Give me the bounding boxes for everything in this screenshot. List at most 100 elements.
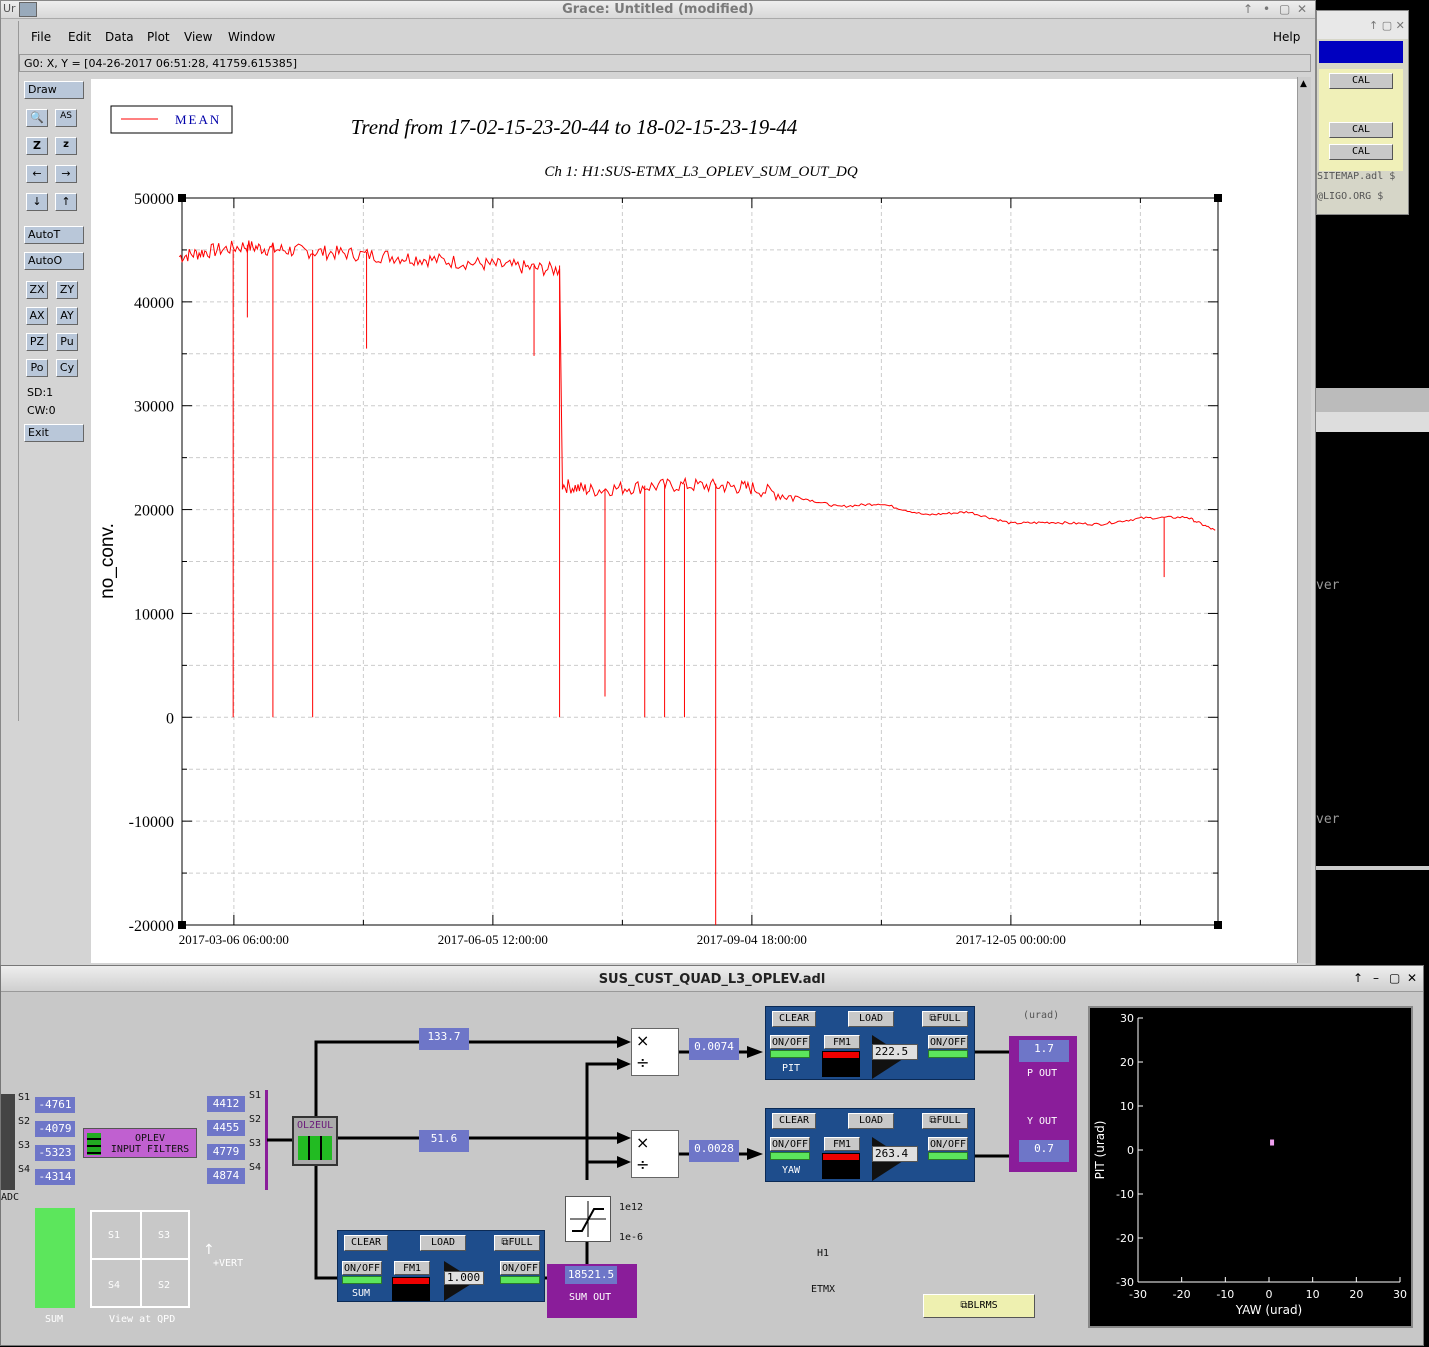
pit-clear-button[interactable]: CLEAR bbox=[772, 1011, 816, 1027]
sd-label: SD:1 bbox=[27, 386, 54, 399]
menu-window[interactable]: Window bbox=[228, 30, 275, 44]
scatter-y-tick-label: -10 bbox=[1116, 1188, 1134, 1201]
ay-button[interactable]: AY bbox=[56, 307, 78, 325]
scroll-up-icon[interactable]: ▲ bbox=[1300, 79, 1307, 89]
yaw-clear-button[interactable]: CLEAR bbox=[772, 1113, 816, 1129]
ol2eul-block[interactable]: OL2EUL bbox=[292, 1116, 338, 1166]
plot-canvas[interactable]: -20000 -10000 0 10000 20000 30000 40000 50000 2… bbox=[91, 79, 1297, 963]
pit-gain-value[interactable]: 222.5 bbox=[872, 1044, 918, 1060]
scatter-y-tick-label: 0 bbox=[1127, 1144, 1134, 1157]
y-out-value: 0.7 bbox=[1019, 1140, 1069, 1162]
sum-output-onoff-button[interactable]: ON/OFF bbox=[500, 1261, 540, 1275]
trend-chart[interactable]: -20000 -10000 0 10000 20000 30000 40000 50000 2… bbox=[91, 79, 1297, 963]
yaw-fm1-button[interactable]: FM1 bbox=[824, 1137, 860, 1151]
x-tick-label: 2017-12-05 00:00:00 bbox=[956, 932, 1066, 947]
yaw-load-button[interactable]: LOAD bbox=[848, 1113, 894, 1129]
scatter-x-tick-label: 0 bbox=[1266, 1288, 1273, 1301]
cw-label: CW:0 bbox=[27, 404, 56, 417]
qpd-view: S1 S3 S4 S2 bbox=[90, 1210, 190, 1308]
blrms-button[interactable]: ⧉BLRMS bbox=[923, 1294, 1035, 1318]
medm-window: SUS_CUST_QUAD_L3_OPLEV.adl ↑ – ▢ ✕ ADC S… bbox=[0, 965, 1424, 1346]
scatter-y-tick-label: -20 bbox=[1116, 1232, 1134, 1245]
pit-full-button[interactable]: ⧉FULL bbox=[922, 1011, 968, 1027]
cal-button-3[interactable]: CAL bbox=[1329, 144, 1393, 160]
menu-edit[interactable]: Edit bbox=[68, 30, 91, 44]
sum-label: SUM bbox=[352, 1288, 371, 1299]
qpd-divider-h bbox=[92, 1258, 188, 1260]
series-line-mean bbox=[178, 240, 1216, 531]
scatter-svg: -30 -20 -10 0 10 20 30 30 20 10 0 -10 -20 -30 YAW (ura… bbox=[1093, 1012, 1407, 1317]
ol2eul-label: OL2EUL bbox=[297, 1120, 334, 1131]
draw-button[interactable]: Draw bbox=[24, 81, 84, 99]
sum-full-button[interactable]: ⧉FULL bbox=[494, 1235, 540, 1251]
pu-button[interactable]: Pu bbox=[56, 333, 78, 351]
menu-file[interactable]: File bbox=[31, 30, 51, 44]
pz-button[interactable]: PZ bbox=[26, 333, 48, 351]
pit-input-onoff-button[interactable]: ON/OFF bbox=[770, 1035, 810, 1049]
cal-button-2[interactable]: CAL bbox=[1329, 122, 1393, 138]
left-arrow-icon[interactable]: ← bbox=[26, 165, 48, 183]
sum-out-box: 18521.5 SUM OUT bbox=[547, 1264, 637, 1318]
cy-button[interactable]: Cy bbox=[56, 359, 78, 377]
sum-bar bbox=[35, 1208, 75, 1308]
zx-button[interactable]: ZX bbox=[26, 281, 48, 299]
x-tick-label: 2017-06-05 12:00:00 bbox=[438, 932, 548, 947]
optic-label: ETMX bbox=[811, 1284, 836, 1295]
minimize-icon[interactable]: ↑ ▢ ✕ bbox=[1369, 19, 1405, 32]
minimize-icon[interactable]: • bbox=[1263, 2, 1270, 16]
yaw-in-value: 51.6 bbox=[419, 1130, 469, 1152]
scatter-y-label: PIT (urad) bbox=[1093, 1121, 1107, 1180]
matrix-icon bbox=[298, 1136, 332, 1160]
autoo-button[interactable]: AutoO bbox=[24, 252, 84, 270]
sum-filter-bank: CLEAR LOAD ⧉FULL ON/OFF SUM FM1 1.000 ON… bbox=[337, 1230, 545, 1302]
maximize-icon[interactable]: ▢ bbox=[1279, 2, 1290, 16]
sum-gain-value[interactable]: 1.000 bbox=[444, 1271, 484, 1285]
side-bar-3 bbox=[1316, 412, 1429, 432]
sum-clear-button[interactable]: CLEAR bbox=[344, 1235, 388, 1251]
zoom-in-icon[interactable]: Z bbox=[26, 137, 48, 155]
pit-output-onoff-button[interactable]: ON/OFF bbox=[928, 1035, 968, 1049]
limiter-block bbox=[565, 1196, 611, 1242]
yaw-output-onoff-button[interactable]: ON/OFF bbox=[928, 1137, 968, 1151]
p-out-label: P OUT bbox=[1027, 1068, 1058, 1079]
exit-button[interactable]: Exit bbox=[24, 424, 84, 442]
sum-input-onoff-button[interactable]: ON/OFF bbox=[342, 1261, 382, 1275]
up-arrow-icon[interactable]: ↑ bbox=[55, 193, 77, 211]
sum-load-button[interactable]: LOAD bbox=[420, 1235, 466, 1251]
zoom-icon[interactable]: 🔍 bbox=[26, 109, 48, 127]
right-arrow-icon[interactable]: → bbox=[55, 165, 77, 183]
menu-plot[interactable]: Plot bbox=[147, 30, 170, 44]
yaw-gain-value[interactable]: 263.4 bbox=[872, 1146, 918, 1162]
sum-fm1-button[interactable]: FM1 bbox=[394, 1261, 430, 1275]
urad-label: (urad) bbox=[1023, 1010, 1060, 1021]
down-arrow-icon[interactable]: ↓ bbox=[26, 193, 48, 211]
menu-help[interactable]: Help bbox=[1273, 30, 1300, 44]
vertical-scrollbar[interactable]: ▲ bbox=[1297, 77, 1311, 963]
y-tick-label: -10000 bbox=[129, 814, 174, 831]
autoscale-icon[interactable]: AS bbox=[55, 109, 77, 127]
yaw-full-button[interactable]: ⧉FULL bbox=[922, 1113, 968, 1129]
pit-yaw-scatter-plot: -30 -20 -10 0 10 20 30 30 20 10 0 -10 -20 -30 YAW (ura… bbox=[1088, 1006, 1413, 1328]
pit-fm1-button[interactable]: FM1 bbox=[824, 1035, 860, 1049]
yaw-input-onoff-button[interactable]: ON/OFF bbox=[770, 1137, 810, 1151]
scatter-y-tick-label: 30 bbox=[1120, 1012, 1134, 1025]
yaw-fm1-ramp bbox=[822, 1161, 860, 1179]
x-tick-label: 2017-03-06 06:00:00 bbox=[179, 932, 289, 947]
menu-data[interactable]: Data bbox=[105, 30, 134, 44]
zy-button[interactable]: ZY bbox=[56, 281, 78, 299]
output-box: 1.7 P OUT Y OUT 0.7 bbox=[1009, 1036, 1077, 1172]
x-ticks: 2017-03-06 06:00:00 2017-06-05 12:00:00 20… bbox=[179, 198, 1141, 947]
gridlines bbox=[182, 198, 1218, 925]
keep-above-icon[interactable]: ↑ bbox=[1243, 2, 1253, 16]
po-button[interactable]: Po bbox=[26, 359, 48, 377]
cal-button-1[interactable]: CAL bbox=[1329, 73, 1393, 89]
divide-icon: ÷ bbox=[636, 1155, 650, 1174]
side-banner bbox=[1319, 41, 1403, 63]
ax-button[interactable]: AX bbox=[26, 307, 48, 325]
autot-button[interactable]: AutoT bbox=[24, 226, 84, 244]
scatter-point bbox=[1270, 1139, 1275, 1146]
pit-load-button[interactable]: LOAD bbox=[848, 1011, 894, 1027]
close-icon[interactable]: ✕ bbox=[1297, 2, 1307, 16]
zoom-out-icon[interactable]: z bbox=[55, 137, 77, 155]
menu-view[interactable]: View bbox=[184, 30, 212, 44]
